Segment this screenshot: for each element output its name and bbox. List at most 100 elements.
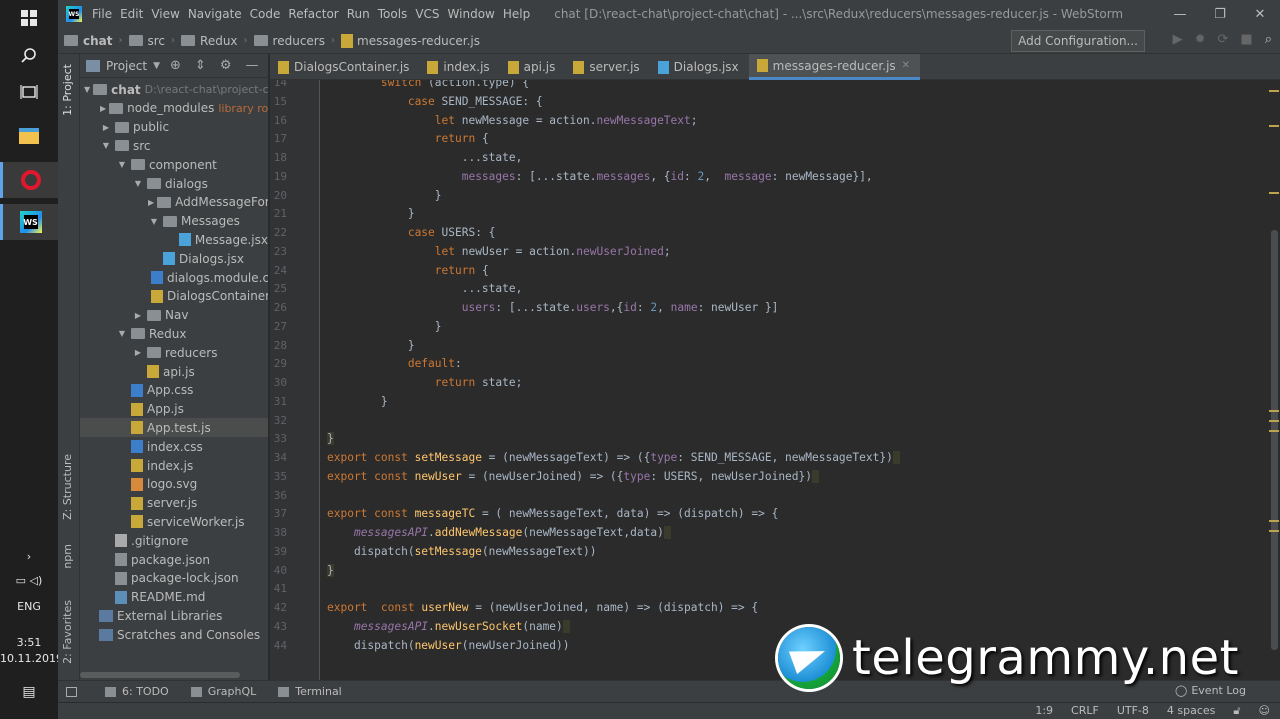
project-view-dropdown[interactable]: Project bbox=[106, 59, 147, 73]
clock-time[interactable]: 3:51 bbox=[0, 636, 58, 649]
line-separator[interactable]: CRLF bbox=[1071, 704, 1099, 718]
error-stripe-mark[interactable] bbox=[1269, 192, 1279, 194]
chevron-down-icon[interactable]: ▼ bbox=[116, 329, 128, 338]
menu-code[interactable]: Code bbox=[248, 7, 287, 21]
code-line[interactable]: return { bbox=[327, 132, 489, 145]
search-icon[interactable] bbox=[0, 38, 58, 74]
menu-file[interactable]: File bbox=[90, 7, 118, 21]
tab-api-js[interactable]: api.js bbox=[500, 54, 566, 80]
scrollbar-thumb[interactable] bbox=[1271, 230, 1278, 650]
menu-edit[interactable]: Edit bbox=[118, 7, 149, 21]
chevron-right-icon[interactable]: ▶ bbox=[148, 198, 154, 207]
gear-icon[interactable]: ⚙ bbox=[220, 58, 232, 73]
tray-expand-icon[interactable]: › bbox=[0, 550, 58, 563]
code-line[interactable]: case SEND_MESSAGE: { bbox=[327, 95, 543, 108]
search-everywhere-icon[interactable]: ⌕ bbox=[1265, 32, 1272, 47]
tree-item[interactable]: package-lock.json bbox=[80, 569, 268, 588]
chevron-down-icon[interactable]: ▼ bbox=[116, 160, 128, 169]
tab-server-js[interactable]: server.js bbox=[565, 54, 649, 80]
tree-item[interactable]: App.test.js bbox=[80, 418, 268, 438]
tree-item[interactable]: Scratches and Consoles bbox=[80, 625, 268, 644]
caret-position[interactable]: 1:9 bbox=[1035, 704, 1053, 718]
tree-item[interactable]: package.json bbox=[80, 550, 268, 569]
tree-item[interactable]: ▼ src bbox=[80, 136, 268, 155]
menu-tools[interactable]: Tools bbox=[376, 7, 414, 21]
code-line[interactable]: } bbox=[327, 432, 334, 446]
code-line[interactable]: } bbox=[327, 189, 442, 202]
tree-item[interactable]: ▶ node_moduleslibrary root bbox=[80, 99, 268, 118]
error-stripe-mark[interactable] bbox=[1269, 420, 1279, 422]
tree-item[interactable]: ▼ Messages bbox=[80, 212, 268, 231]
clock-date[interactable]: 10.11.2019 bbox=[0, 652, 63, 665]
tree-item[interactable]: Dialogs.jsx bbox=[80, 249, 268, 268]
menu-help[interactable]: Help bbox=[501, 7, 536, 21]
breadcrumb-reducers[interactable]: reducers › bbox=[253, 34, 335, 48]
tray-volume-icon[interactable]: ▭ ◁) bbox=[0, 574, 58, 587]
error-stripe-mark[interactable] bbox=[1269, 90, 1279, 92]
code-line[interactable]: return { bbox=[327, 264, 489, 277]
todo-tool-button[interactable]: 6: TODO bbox=[105, 685, 169, 698]
toggle-tool-windows-icon[interactable] bbox=[66, 686, 83, 697]
code-line[interactable]: export const messageTC = ( newMessageTex… bbox=[327, 507, 778, 520]
tree-item[interactable]: Message.jsx bbox=[80, 230, 268, 249]
tab-index-js[interactable]: index.js bbox=[419, 54, 499, 80]
chevron-down-icon[interactable]: ▼ bbox=[132, 179, 144, 188]
structure-tool-tab[interactable]: Z: Structure bbox=[61, 454, 74, 520]
code-line[interactable]: } bbox=[327, 395, 388, 408]
tree-item[interactable]: ▶ Nav bbox=[80, 306, 268, 325]
locate-icon[interactable]: ⊕ bbox=[170, 58, 181, 73]
collapse-all-icon[interactable]: ⇕ bbox=[195, 58, 206, 73]
lock-icon[interactable]: 🔓︎ bbox=[1233, 704, 1240, 718]
code-line[interactable]: } bbox=[327, 207, 415, 220]
code-line[interactable]: } bbox=[327, 339, 415, 352]
tree-item[interactable]: index.css bbox=[80, 437, 268, 456]
tree-item[interactable]: dialogs.module.css bbox=[80, 268, 268, 287]
code-line[interactable]: messagesAPI.addNewMessage(newMessageText… bbox=[327, 526, 671, 539]
error-stripe-mark[interactable] bbox=[1269, 520, 1279, 522]
tree-item[interactable]: ▶ public bbox=[80, 118, 268, 137]
chevron-right-icon[interactable]: ▶ bbox=[132, 311, 144, 320]
code-line[interactable]: ...state, bbox=[327, 282, 523, 295]
code-line[interactable]: } bbox=[327, 320, 442, 333]
code-line[interactable]: return state; bbox=[327, 376, 523, 389]
error-stripe-mark[interactable] bbox=[1269, 125, 1279, 127]
tree-item[interactable]: DialogsContainer.js bbox=[80, 287, 268, 306]
close-icon[interactable]: ✕ bbox=[1240, 0, 1280, 28]
breadcrumb-file[interactable]: messages-reducer.js bbox=[341, 33, 480, 48]
hide-icon[interactable]: — bbox=[245, 58, 258, 73]
project-tool-tab[interactable]: 1: Project bbox=[61, 64, 74, 116]
breadcrumb-src[interactable]: src › bbox=[128, 34, 175, 48]
code-line[interactable]: switch (action.type) { bbox=[327, 80, 529, 89]
close-tab-icon[interactable]: ✕ bbox=[902, 60, 910, 71]
tree-item[interactable]: serviceWorker.js bbox=[80, 512, 268, 531]
chevron-down-icon[interactable]: ▼ bbox=[100, 141, 112, 150]
tree-item[interactable]: logo.svg bbox=[80, 475, 268, 494]
chevron-down-icon[interactable]: ▼ bbox=[148, 217, 160, 226]
npm-tool-tab[interactable]: npm bbox=[61, 544, 74, 569]
tree-item[interactable]: ▼ Redux bbox=[80, 324, 268, 343]
code-line[interactable]: dispatch(setMessage(newMessageText)) bbox=[327, 545, 597, 558]
code-line[interactable]: dispatch(newUser(newUserJoined)) bbox=[327, 639, 570, 652]
code-line[interactable]: ...state, bbox=[327, 151, 523, 164]
tree-item[interactable]: server.js bbox=[80, 494, 268, 513]
favorites-tool-tab[interactable]: 2: Favorites bbox=[61, 600, 74, 664]
language-indicator[interactable]: ENG bbox=[0, 600, 58, 613]
tree-item[interactable]: .gitignore bbox=[80, 531, 268, 550]
code-line[interactable]: let newMessage = action.newMessageText; bbox=[327, 114, 698, 127]
minimize-icon[interactable]: — bbox=[1160, 0, 1200, 28]
file-encoding[interactable]: UTF-8 bbox=[1117, 704, 1149, 718]
stop-icon[interactable]: ■ bbox=[1240, 32, 1252, 47]
tree-item[interactable]: ▼ dialogs bbox=[80, 174, 268, 193]
chevron-right-icon[interactable]: ▶ bbox=[100, 123, 112, 132]
tree-item[interactable]: App.css bbox=[80, 381, 268, 400]
chevron-down-icon[interactable]: ▼ bbox=[84, 85, 90, 94]
tree-item[interactable]: App.js bbox=[80, 400, 268, 419]
tab-messages-reducer-js[interactable]: messages-reducer.js ✕ bbox=[748, 54, 921, 80]
code-line[interactable]: case USERS: { bbox=[327, 226, 496, 239]
menu-view[interactable]: View bbox=[149, 7, 185, 21]
tree-item[interactable]: ▼ component bbox=[80, 155, 268, 174]
code-line[interactable]: export const newUser = (newUserJoined) =… bbox=[327, 469, 819, 483]
opera-icon[interactable] bbox=[0, 162, 58, 198]
menu-refactor[interactable]: Refactor bbox=[286, 7, 344, 21]
debug-icon[interactable]: ✹ bbox=[1195, 32, 1206, 47]
